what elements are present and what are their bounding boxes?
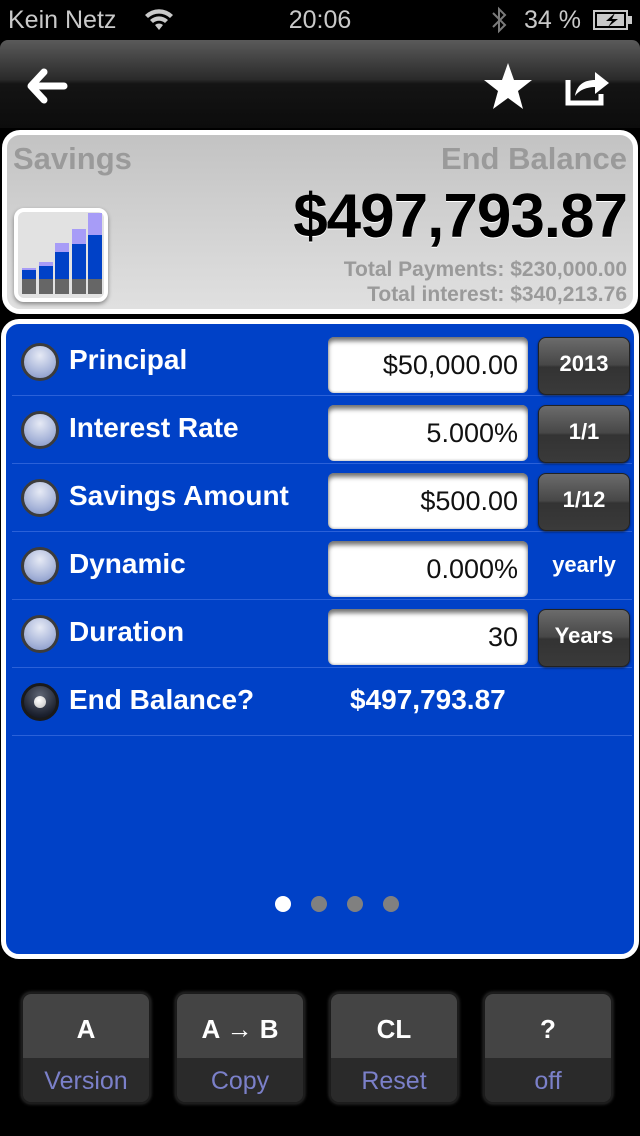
chart-icon-segment [71,229,86,244]
option-button-savings-amount[interactable]: 1/12 [538,473,630,531]
calculator-title: Savings [13,141,132,176]
summary-card: Savings End Balance $497,793.87 Total Pa… [0,128,640,316]
chart-icon-segment [38,279,53,294]
row-end-balance: End Balance? $497,793.87 [12,668,632,736]
copy-button-label: Copy [177,1058,303,1102]
radio-duration[interactable] [21,615,59,653]
chart-icon-segment [71,279,86,294]
row-interest-rate: Interest Rate 5.000% 1/1 [12,396,632,464]
chart-icon-segment [55,252,69,279]
row-duration: Duration 30 Years [12,600,632,668]
label-savings-amount: Savings Amount [69,480,289,511]
reset-button-key: CL [331,994,457,1058]
page-indicator[interactable] [0,896,640,916]
row-principal: Principal $50,000.00 2013 [12,328,632,396]
radio-interest-rate[interactable] [21,411,59,449]
total-payments: Total Payments: $230,000.00 [343,258,627,281]
battery-charging-icon [593,10,632,30]
input-interest-rate[interactable]: 5.000% [328,405,528,461]
chart-icon-segment [55,279,69,294]
radio-end-balance[interactable] [21,683,59,721]
version-button[interactable]: A Version [21,992,151,1104]
battery-percent: 34 % [524,6,581,34]
chart-icon-bar [71,229,86,294]
help-button-key: ? [485,994,611,1058]
row-savings-amount: Savings Amount $500.00 1/12 [12,464,632,532]
arrow-left-icon [27,68,68,104]
favorite-button[interactable] [480,58,536,114]
copy-button-key: A → B [177,994,303,1058]
option-button-interest-rate[interactable]: 1/1 [538,405,630,463]
help-button[interactable]: ? off [483,992,613,1104]
page-dot-4[interactable] [383,896,399,912]
chart-icon-segment [88,213,102,235]
input-duration[interactable]: 30 [328,609,528,665]
result-value: $497,793.87 [293,182,628,251]
input-principal[interactable]: $50,000.00 [328,337,528,393]
calculator-panel: Principal $50,000.00 2013 Interest Rate 5.00… [0,318,640,960]
version-button-key: A [23,994,149,1058]
back-button[interactable] [20,58,76,114]
page-dot-3[interactable] [347,896,363,912]
bottom-toolbar: A Version A → B Copy CL Reset? off [0,960,640,1136]
label-end-balance: End Balance? [69,684,255,715]
chart-icon-segment [38,266,53,279]
copy-button[interactable]: A → B Copy [175,992,305,1104]
radio-principal[interactable] [21,343,59,381]
computed-value-end-balance: $497,793.87 [350,684,506,715]
page-dot-2[interactable] [311,896,327,912]
help-button-label: off [485,1058,611,1102]
chart-icon-segment [22,270,36,279]
row-dynamic: Dynamic 0.000% yearly [12,532,632,600]
chart-icon-segment [38,262,53,266]
label-interest-rate: Interest Rate [69,412,239,443]
input-savings-amount[interactable]: $500.00 [328,473,528,529]
page-dot-1[interactable] [275,896,291,912]
chart-icon-segment [88,279,102,294]
bluetooth-icon [492,6,507,34]
share-icon [565,72,609,106]
total-interest: Total interest: $340,213.76 [367,283,627,306]
option-label-dynamic: yearly [552,552,616,577]
label-principal: Principal [69,344,188,375]
share-button[interactable] [560,58,616,114]
option-button-principal[interactable]: 2013 [538,337,630,395]
chart-icon-segment [22,279,36,294]
reset-button-label: Reset [331,1058,457,1102]
label-dynamic: Dynamic [69,548,186,579]
result-label: End Balance [440,141,627,176]
navigation-bar [0,40,640,128]
totals: Total Payments: $230,000.00 Total intere… [344,257,627,307]
radio-savings-amount[interactable] [21,479,59,517]
input-dynamic[interactable]: 0.000% [328,541,528,597]
chart-icon-segment [55,243,69,252]
chart-icon-bar [22,268,36,294]
chart-icon-segment [22,268,36,270]
chart-icon-bar [88,213,102,294]
chart-button[interactable] [14,208,108,302]
option-button-duration[interactable]: Years [538,609,630,667]
reset-button[interactable]: CL Reset [329,992,459,1104]
status-bar: Kein Netz 20:06 34 % [0,0,640,40]
star-icon [484,63,532,109]
chart-icon-bar [38,262,53,294]
version-button-label: Version [23,1058,149,1102]
chart-icon-segment [88,235,102,279]
chart-icon-bar [55,243,69,294]
label-duration: Duration [69,616,185,647]
radio-dynamic[interactable] [21,547,59,585]
chart-icon-segment [71,244,86,279]
